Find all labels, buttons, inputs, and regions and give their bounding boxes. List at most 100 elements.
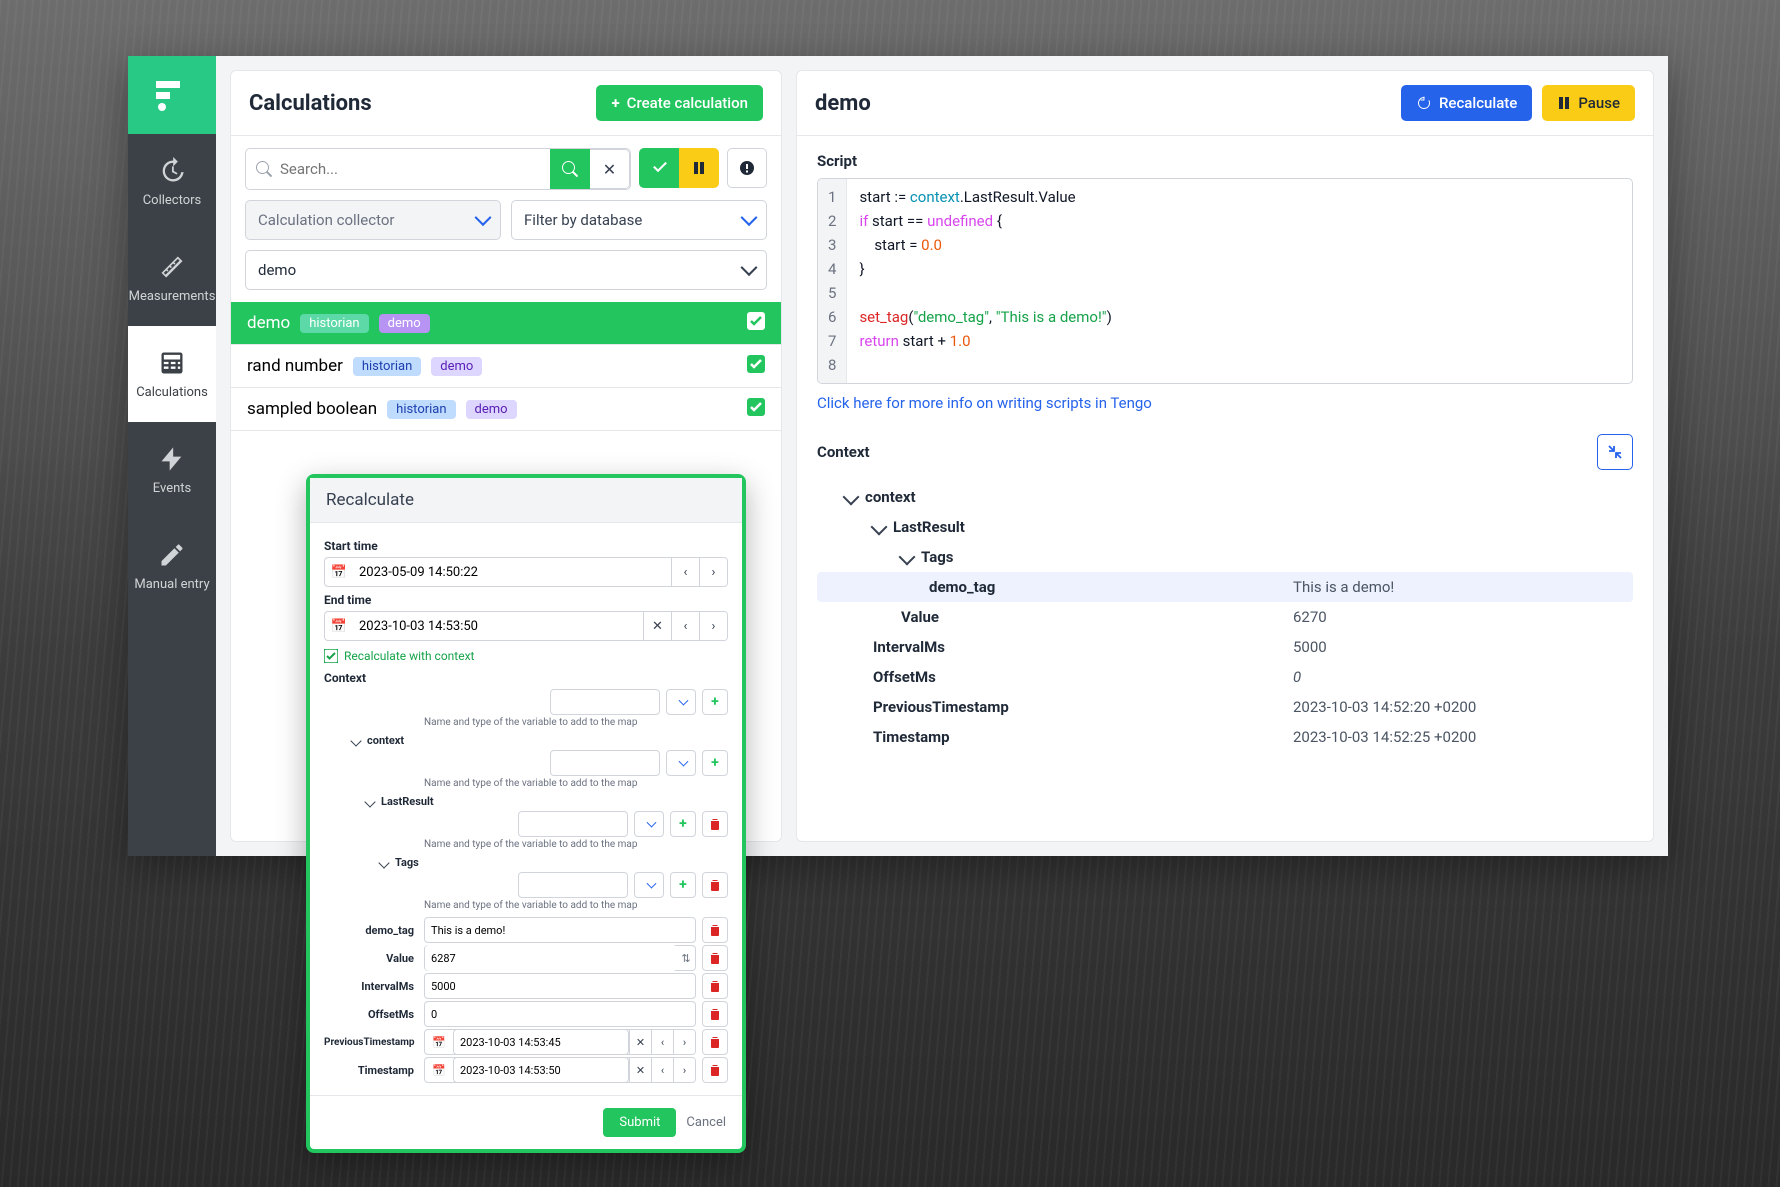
add-var-button[interactable]: +	[702, 750, 728, 776]
trash-icon	[709, 1064, 721, 1076]
add-var-button[interactable]: +	[702, 689, 728, 715]
demo-tag-input[interactable]	[424, 917, 696, 943]
add-var-button[interactable]: +	[670, 872, 696, 898]
filter-paused-button[interactable]	[679, 148, 719, 188]
value-input[interactable]: ⇅	[424, 945, 696, 971]
start-time-input-group: 📅 ‹ ›	[324, 557, 728, 587]
modal-context-label: Context	[324, 671, 728, 685]
tree-leaf: PreviousTimestamp2023-10-03 14:52:20 +02…	[817, 692, 1633, 722]
search-submit-button[interactable]	[550, 149, 590, 189]
tree-node[interactable]: LastResult	[817, 512, 1633, 542]
prev-button[interactable]: ‹	[671, 612, 699, 640]
interval-input[interactable]	[424, 973, 696, 999]
end-time-input-group: 📅 ✕ ‹ ›	[324, 611, 728, 641]
status-check-icon	[747, 355, 765, 377]
tree-node[interactable]: context	[324, 734, 728, 747]
search-input[interactable]	[246, 149, 550, 189]
trash-icon	[709, 1008, 721, 1020]
nav-collectors[interactable]: Collectors	[128, 134, 216, 230]
line-gutter: 12345678	[818, 179, 847, 383]
calendar-icon: 📅	[325, 565, 353, 580]
next-button[interactable]: ›	[673, 1030, 695, 1054]
delete-button[interactable]	[702, 973, 728, 999]
panel-title: Calculations	[249, 91, 372, 116]
var-name-input[interactable]	[518, 811, 628, 837]
delete-button[interactable]	[702, 1001, 728, 1027]
delete-button[interactable]	[702, 1029, 728, 1055]
nav-calculations[interactable]: Calculations	[128, 326, 216, 422]
delete-button[interactable]	[702, 917, 728, 943]
tag-demo: demo	[431, 357, 482, 376]
next-button[interactable]: ›	[699, 558, 727, 586]
prev-ts-input[interactable]	[453, 1029, 629, 1055]
trash-icon	[709, 924, 721, 936]
list-item[interactable]: sampled boolean historian demo	[231, 388, 781, 431]
prev-button[interactable]: ‹	[671, 558, 699, 586]
list-item[interactable]: demo historian demo	[231, 302, 781, 345]
create-calculation-button[interactable]: + Create calculation	[596, 85, 763, 121]
add-var-button[interactable]: +	[670, 811, 696, 837]
nav-manual-entry[interactable]: Manual entry	[128, 518, 216, 614]
var-name-input[interactable]	[550, 750, 660, 776]
tree-leaf: IntervalMs5000	[817, 632, 1633, 662]
prev-button[interactable]: ‹	[651, 1030, 673, 1054]
history-icon	[158, 157, 186, 185]
submit-button[interactable]: Submit	[603, 1108, 676, 1137]
tag-historian: historian	[387, 400, 455, 419]
next-button[interactable]: ›	[673, 1058, 695, 1082]
clear-button[interactable]: ✕	[643, 612, 671, 640]
var-type-select[interactable]	[634, 811, 664, 837]
tag-historian: historian	[300, 314, 368, 333]
recalculate-button[interactable]: Recalculate	[1401, 85, 1532, 121]
tree-node[interactable]: context	[817, 482, 1633, 512]
nav-measurements[interactable]: Measurements	[128, 230, 216, 326]
script-editor[interactable]: 12345678 start := context.LastResult.Val…	[817, 178, 1633, 384]
calculation-list: demo historian demo rand number historia…	[231, 302, 781, 431]
script-help-link[interactable]: Click here for more info on writing scri…	[817, 394, 1152, 412]
calculation-name-select[interactable]: demo	[245, 250, 767, 290]
delete-button[interactable]	[702, 811, 728, 837]
end-time-input[interactable]	[353, 619, 643, 634]
context-label: Context	[817, 443, 870, 461]
collapse-context-button[interactable]	[1597, 434, 1633, 470]
var-type-select[interactable]	[666, 750, 696, 776]
start-time-input[interactable]	[353, 565, 671, 580]
clear-button[interactable]: ✕	[629, 1030, 651, 1054]
field-label: demo_tag	[324, 924, 418, 937]
search-clear-button[interactable]: ✕	[590, 149, 630, 189]
tree-node[interactable]: Tags	[817, 542, 1633, 572]
nav-label: Collectors	[143, 193, 202, 208]
alert-icon	[739, 160, 755, 176]
ruler-icon	[158, 253, 186, 281]
with-context-checkbox[interactable]: Recalculate with context	[324, 649, 728, 663]
delete-button[interactable]	[702, 872, 728, 898]
delete-button[interactable]	[702, 945, 728, 971]
ts-input[interactable]	[453, 1057, 629, 1083]
var-name-input[interactable]	[518, 872, 628, 898]
plus-icon: +	[611, 94, 619, 112]
delete-button[interactable]	[702, 1057, 728, 1083]
hint-text: Name and type of the variable to add to …	[424, 717, 728, 728]
prev-button[interactable]: ‹	[651, 1058, 673, 1082]
tree-node[interactable]: Tags	[324, 856, 728, 869]
tree-leaf: Timestamp2023-10-03 14:52:25 +0200	[817, 722, 1633, 752]
clear-button[interactable]: ✕	[629, 1058, 651, 1082]
collector-filter-select[interactable]: Calculation collector	[245, 200, 501, 240]
tree-node[interactable]: LastResult	[324, 795, 728, 808]
trash-icon	[709, 980, 721, 992]
filter-enabled-button[interactable]	[639, 148, 679, 188]
sidebar: Collectors Measurements Calculations Eve…	[128, 56, 216, 856]
offset-input[interactable]	[424, 1001, 696, 1027]
var-type-select[interactable]	[666, 689, 696, 715]
var-type-select[interactable]	[634, 872, 664, 898]
cancel-button[interactable]: Cancel	[686, 1108, 726, 1137]
next-button[interactable]: ›	[699, 612, 727, 640]
pause-button[interactable]: Pause	[1542, 85, 1635, 121]
nav-events[interactable]: Events	[128, 422, 216, 518]
var-name-input[interactable]	[550, 689, 660, 715]
calendar-icon: 📅	[425, 1064, 453, 1077]
filter-error-button[interactable]	[727, 148, 767, 188]
database-filter-select[interactable]: Filter by database	[511, 200, 767, 240]
field-label: IntervalMs	[324, 980, 418, 993]
list-item[interactable]: rand number historian demo	[231, 345, 781, 388]
